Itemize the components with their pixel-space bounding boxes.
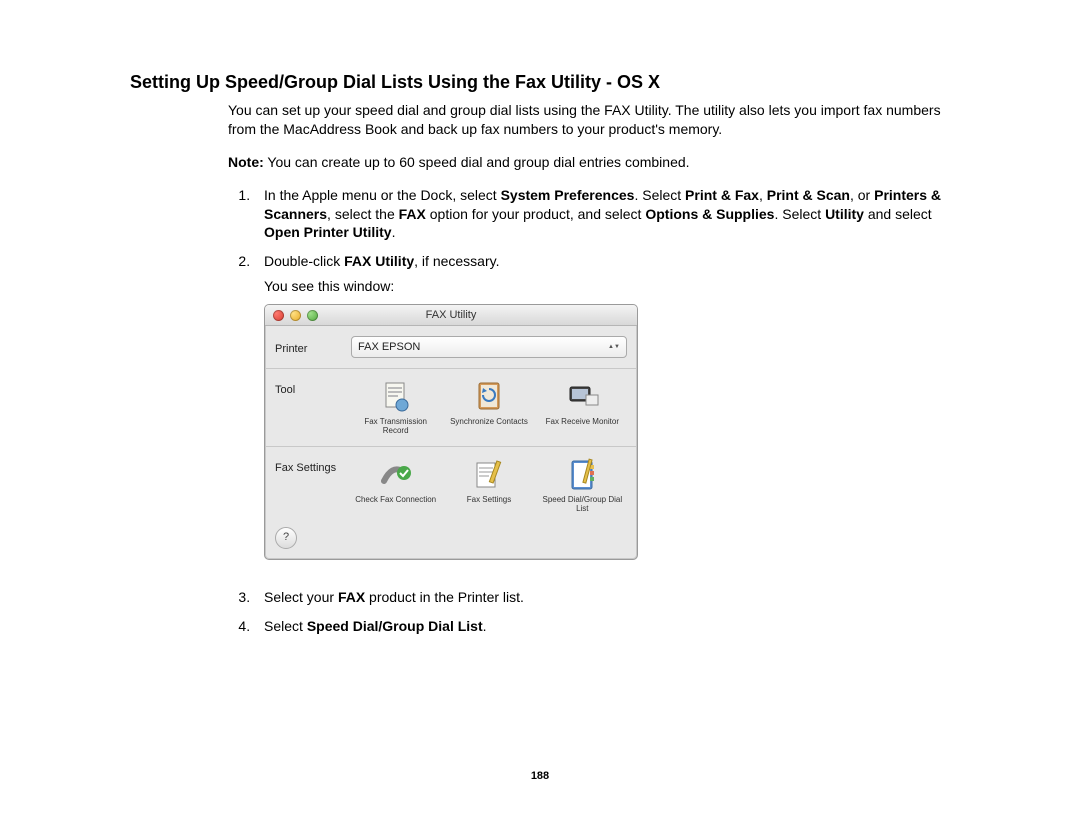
monitor-icon [562,379,602,415]
select-arrows-icon: ▲▼ [608,345,620,350]
cable-check-icon [376,457,416,493]
printer-select[interactable]: FAX EPSON ▲▼ [351,336,627,358]
address-book-icon [562,457,602,493]
printer-label: Printer [275,338,351,357]
document-icon [376,379,416,415]
note-label: Note: [228,154,264,170]
window-titlebar: FAX Utility [265,305,637,326]
help-button[interactable]: ? [275,527,297,549]
paper-pencil-icon [469,457,509,493]
step-1: In the Apple menu or the Dock, select Sy… [254,186,950,243]
step-2-sub: You see this window: [264,277,950,296]
fax-settings-button[interactable]: Fax Settings [445,457,533,513]
synchronize-contacts-button[interactable]: Synchronize Contacts [445,379,533,435]
speed-dial-group-dial-list-button[interactable]: Speed Dial/Group Dial List [538,457,626,513]
note-paragraph: Note: You can create up to 60 speed dial… [228,153,950,172]
step-4: Select Speed Dial/Group Dial List. [254,617,950,636]
page-number: 188 [0,770,1080,782]
fax-settings-section-label: Fax Settings [275,457,351,476]
check-fax-connection-button[interactable]: Check Fax Connection [352,457,440,513]
page-heading: Setting Up Speed/Group Dial Lists Using … [130,72,950,93]
intro-paragraph: You can set up your speed dial and group… [228,101,950,139]
fax-utility-window: FAX Utility Printer FAX EPSON ▲▼ Tool [264,304,638,560]
tool-section-label: Tool [275,379,351,398]
step-2: Double-click FAX Utility, if necessary. … [254,252,950,560]
note-text: You can create up to 60 speed dial and g… [264,154,690,170]
step-3: Select your FAX product in the Printer l… [254,588,950,607]
printer-value: FAX EPSON [358,340,420,355]
book-sync-icon [469,379,509,415]
fax-transmission-record-button[interactable]: Fax Transmission Record [352,379,440,435]
window-title: FAX Utility [265,308,637,323]
fax-receive-monitor-button[interactable]: Fax Receive Monitor [538,379,626,435]
